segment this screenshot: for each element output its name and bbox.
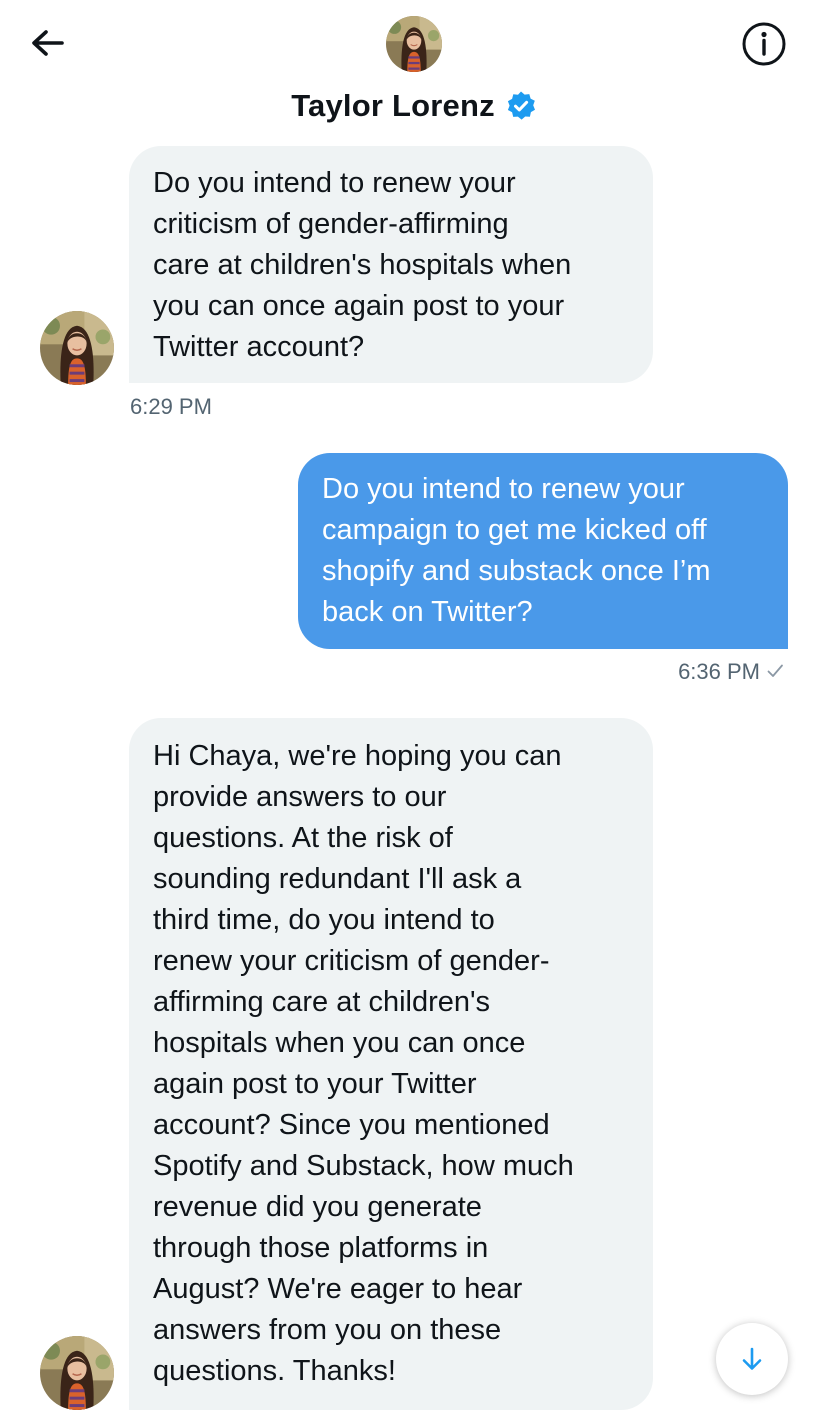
scroll-to-bottom-button[interactable] [716,1323,788,1395]
conversation-header: Taylor Lorenz [0,0,828,140]
conversation-info-button[interactable] [740,20,788,68]
sender-avatar[interactable] [40,1336,114,1410]
contact-name: Taylor Lorenz [291,87,495,123]
message-bubble-incoming[interactable]: Hi Chaya, we're hoping you can provide a… [129,718,653,1410]
back-button[interactable] [26,22,70,66]
arrow-left-icon [32,30,64,56]
message-bubble-incoming[interactable]: Do you intend to renew your criticism of… [129,146,653,383]
verified-badge-icon [507,91,535,120]
info-circle-icon [742,22,786,66]
sent-check-icon [767,664,783,677]
header-avatar[interactable] [386,16,442,72]
arrow-down-icon [742,1347,762,1370]
avatar-image [40,1336,114,1410]
message-status: 6:36 PM [678,659,784,685]
sender-avatar[interactable] [40,311,114,385]
message-timestamp: 6:36 PM [678,659,760,684]
avatar-image [386,16,442,72]
avatar-image [40,311,114,385]
message-timestamp: 6:29 PM [130,394,212,419]
message-bubble-outgoing[interactable]: Do you intend to renew your campaign to … [298,453,788,649]
conversation-title[interactable]: Taylor Lorenz [0,86,828,124]
